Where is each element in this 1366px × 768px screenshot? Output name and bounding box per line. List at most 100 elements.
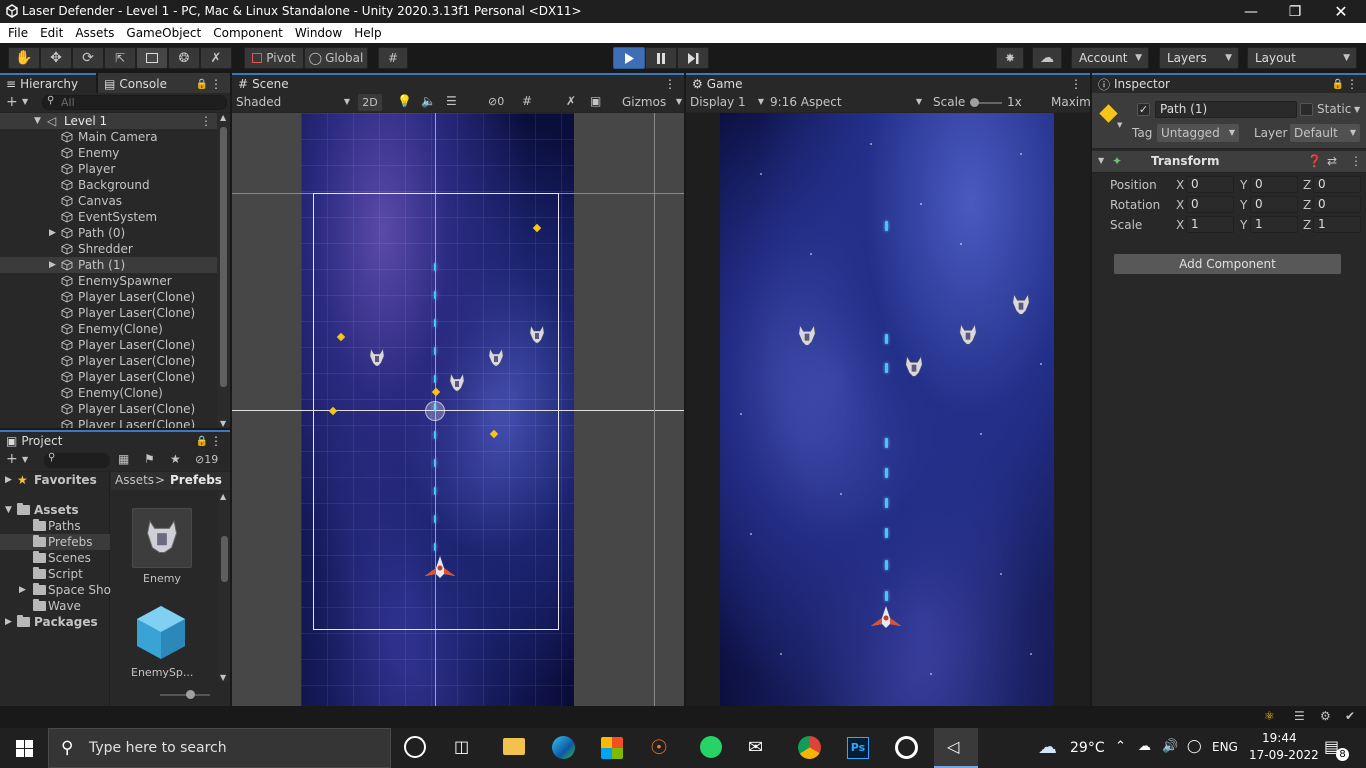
hierarchy-item[interactable]: Player Laser(Clone)	[0, 337, 217, 353]
account-dropdown[interactable]: Account ▼	[1071, 47, 1149, 69]
file-explorer-icon[interactable]	[503, 738, 525, 755]
transform-x-field[interactable]: 0	[1186, 176, 1234, 193]
shading-mode-dropdown[interactable]: Shaded ▼	[236, 95, 352, 111]
transform-y-field[interactable]: 0	[1250, 176, 1298, 193]
cache-icon[interactable]: ☰	[1294, 709, 1305, 723]
hierarchy-item[interactable]: Background	[0, 177, 217, 193]
tab-scene[interactable]: # Scene ⋮	[232, 73, 684, 93]
project-folder-item[interactable]: Scenes	[0, 550, 110, 566]
kebab-menu-icon[interactable]: ⋮	[200, 113, 212, 129]
rect-tool-button[interactable]	[136, 47, 168, 69]
favorite-star-icon[interactable]: ★	[170, 452, 181, 466]
breadcrumb-assets[interactable]: Assets	[115, 473, 154, 487]
volume-icon[interactable]: 🔊	[1162, 739, 1178, 754]
step-button[interactable]	[677, 47, 709, 69]
global-toggle[interactable]: ◯ Global	[304, 47, 368, 69]
transform-tool-button[interactable]: ❂	[168, 47, 200, 69]
weather-cloud-icon[interactable]: ☁	[1038, 736, 1057, 758]
whatsapp-icon[interactable]	[700, 736, 722, 758]
kebab-menu-icon[interactable]: ⋮	[1350, 154, 1362, 168]
scroll-down-icon[interactable]: ▼	[220, 419, 226, 428]
transform-y-field[interactable]: 0	[1250, 196, 1298, 213]
chevron-down-icon[interactable]: ▼	[1354, 105, 1360, 114]
filter-type-icon[interactable]: ▦	[118, 452, 129, 466]
expand-arrow-icon[interactable]: ▶	[49, 257, 56, 273]
aspect-dropdown[interactable]: 9:16 Aspect ▼	[770, 95, 922, 109]
tab-console[interactable]: ▤ Console 🔒 ⋮	[98, 73, 230, 93]
hierarchy-item[interactable]: Enemy(Clone)	[0, 385, 217, 401]
kebab-menu-icon[interactable]: ⋮	[210, 77, 222, 91]
create-add-icon[interactable]: +	[6, 451, 18, 467]
tools-icon[interactable]: ✗	[566, 94, 576, 108]
clock-time[interactable]: 19:44	[1262, 731, 1297, 745]
assets-row[interactable]: ▼ Assets	[0, 502, 110, 518]
hierarchy-item[interactable]: Player Laser(Clone)	[0, 401, 217, 417]
audio-icon[interactable]: 🔈	[421, 94, 436, 108]
effects-icon[interactable]: ☰	[446, 94, 457, 108]
preset-icon[interactable]: ⇄	[1327, 154, 1337, 168]
transform-x-field[interactable]: 0	[1186, 196, 1234, 213]
game-viewport[interactable]	[720, 113, 1054, 706]
scroll-up-icon[interactable]: ▲	[220, 113, 226, 122]
mail-icon[interactable]: ✉	[748, 737, 763, 758]
hierarchy-item[interactable]: Shredder	[0, 241, 217, 257]
chrome-icon[interactable]	[798, 736, 821, 759]
chevron-up-icon[interactable]: ⌃	[1115, 739, 1126, 754]
custom-tool-button[interactable]: ✗	[200, 47, 232, 69]
language-globe-icon[interactable]: ◯	[1187, 739, 1202, 754]
tab-inspector[interactable]: ⓘ Inspector 🔒 ⋮	[1092, 73, 1366, 93]
kebab-menu-icon[interactable]: ⋮	[210, 434, 222, 448]
filter-label-icon[interactable]: ⚑	[144, 452, 155, 466]
hierarchy-item[interactable]: Player Laser(Clone)	[0, 353, 217, 369]
edge-browser-icon[interactable]	[552, 736, 575, 759]
breadcrumb-prefebs[interactable]: Prefebs	[170, 473, 222, 487]
2d-toggle[interactable]: 2D	[358, 94, 382, 111]
grid-icon[interactable]: #	[522, 94, 532, 108]
asset-tile-enemy[interactable]: Enemy	[131, 508, 193, 588]
cloud-button[interactable]: ☁	[1032, 47, 1062, 69]
obs-icon[interactable]	[895, 736, 918, 759]
pause-button[interactable]	[645, 47, 677, 69]
scrollbar-thumb[interactable]	[220, 127, 227, 387]
hierarchy-scrollbar[interactable]: ▲ ▼	[217, 113, 230, 428]
hidden-packages-icon[interactable]: ⊘19	[195, 453, 218, 466]
hierarchy-item[interactable]: Player Laser(Clone)	[0, 305, 217, 321]
grid-snap-button[interactable]: #	[378, 47, 408, 69]
gameobject-icon[interactable]	[1099, 104, 1118, 123]
hierarchy-item[interactable]: Player Laser(Clone)	[0, 369, 217, 385]
active-checkbox[interactable]: ✓	[1137, 103, 1150, 116]
unity-taskbar-button[interactable]: ◁	[934, 728, 978, 768]
hierarchy-item[interactable]: ▶ Path (1)	[0, 257, 217, 273]
debug-icon[interactable]: ⚙	[1320, 709, 1331, 723]
restore-button[interactable]: ❐	[1272, 0, 1318, 23]
icon-size-slider[interactable]	[160, 690, 210, 699]
hidden-objects-icon[interactable]: ⊘0	[488, 95, 504, 108]
lighting-icon[interactable]: 💡	[397, 94, 412, 108]
hierarchy-item[interactable]: Enemy	[0, 145, 217, 161]
project-scrollbar[interactable]: ▲ ▼	[218, 492, 230, 682]
hierarchy-item[interactable]: EventSystem	[0, 209, 217, 225]
project-folder-item[interactable]: Prefebs	[0, 534, 110, 550]
display-dropdown[interactable]: Display 1 ▼	[690, 95, 764, 109]
scale-tool-button[interactable]: ⇱	[104, 47, 136, 69]
scale-slider[interactable]	[970, 98, 1002, 107]
transform-y-field[interactable]: 1	[1250, 216, 1298, 233]
slider-thumb[interactable]	[186, 690, 195, 699]
chevron-down-icon[interactable]: ▼	[22, 455, 28, 464]
play-button[interactable]	[613, 47, 645, 69]
task-view-icon[interactable]: ◫	[454, 737, 469, 756]
transform-z-field[interactable]: 1	[1313, 216, 1361, 233]
transform-component-header[interactable]: ▼ ✦ Transform ❓ ⇄ ⋮	[1092, 151, 1366, 173]
project-folder-item[interactable]: Paths	[0, 518, 110, 534]
camera-icon[interactable]: ▣	[590, 94, 601, 108]
taskbar-search-box[interactable]: ⚲ Type here to search	[48, 728, 391, 768]
rotate-tool-button[interactable]: ⟳	[72, 47, 104, 69]
tab-hierarchy[interactable]: ≡ Hierarchy	[0, 73, 96, 93]
chevron-down-icon[interactable]: ▼	[22, 97, 28, 106]
layers-dropdown[interactable]: Layers ▼	[1159, 47, 1239, 69]
transform-z-field[interactable]: 0	[1313, 176, 1361, 193]
scene-root-row[interactable]: ▼ ◁ Level 1 ⋮	[0, 113, 217, 129]
menu-assets[interactable]: Assets	[69, 23, 120, 43]
scrollbar-thumb[interactable]	[221, 536, 228, 582]
maximize-on-play-toggle[interactable]: Maxim	[1051, 95, 1091, 109]
